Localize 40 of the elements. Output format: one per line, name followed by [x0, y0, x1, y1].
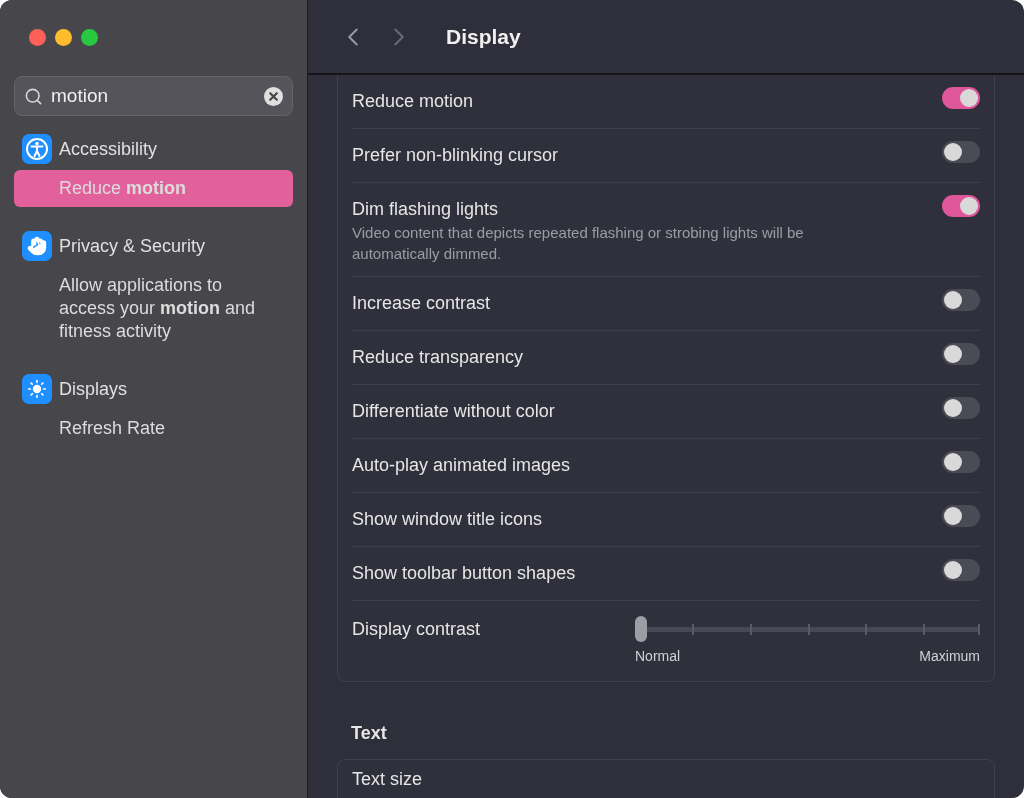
- section-heading: Text: [351, 722, 388, 745]
- setting-label: Show toolbar button shapes: [352, 562, 576, 585]
- clear-search-icon[interactable]: [264, 86, 283, 106]
- slider-min-label: Normal: [635, 647, 681, 666]
- slider-thumb[interactable]: [635, 616, 647, 642]
- toggle-switch[interactable]: [942, 451, 980, 473]
- sidebar-category[interactable]: Displays: [59, 375, 128, 403]
- toggle-switch[interactable]: [942, 289, 980, 311]
- toggle-switch[interactable]: [942, 87, 980, 109]
- accessibility-icon: [22, 134, 52, 164]
- setting-label: Reduce transparency: [352, 346, 524, 369]
- setting-label: Display contrast: [352, 618, 481, 641]
- setting-label: Auto-play animated images: [352, 454, 571, 477]
- toggle-switch[interactable]: [942, 505, 980, 527]
- setting-label: Prefer non-blinking cursor: [352, 144, 559, 167]
- setting-label: Dim flashing lights: [352, 198, 500, 221]
- sidebar-category[interactable]: Privacy & Security: [59, 232, 206, 260]
- hand-icon: [22, 231, 52, 261]
- setting-description: Video content that depicts repeated flashing or strobing lights will be automatically dimmed.: [352, 223, 805, 264]
- toggle-switch[interactable]: [942, 343, 980, 365]
- setting-label: Reduce motion: [352, 90, 474, 113]
- search-icon: [24, 86, 43, 106]
- minimize-window-button[interactable]: [55, 29, 72, 46]
- toggle-switch[interactable]: [942, 195, 980, 217]
- toggle-switch[interactable]: [942, 397, 980, 419]
- close-window-button[interactable]: [29, 29, 46, 46]
- search-result-item[interactable]: Allow applications to access your motion and fitness activity: [14, 267, 293, 350]
- setting-label: Show window title icons: [352, 508, 543, 531]
- setting-label: Differentiate without color: [352, 400, 555, 423]
- search-result-item[interactable]: Refresh Rate: [14, 410, 293, 447]
- sun-icon: [22, 374, 52, 404]
- zoom-window-button[interactable]: [81, 29, 98, 46]
- sidebar-category[interactable]: Accessibility: [59, 135, 158, 163]
- window-title: Display: [446, 23, 521, 50]
- slider-max-label: Maximum: [919, 647, 980, 666]
- setting-label: Text size: [352, 769, 423, 789]
- search-field[interactable]: motion: [14, 76, 293, 116]
- toggle-switch[interactable]: [942, 141, 980, 163]
- toggle-switch[interactable]: [942, 559, 980, 581]
- setting-label: Increase contrast: [352, 292, 491, 315]
